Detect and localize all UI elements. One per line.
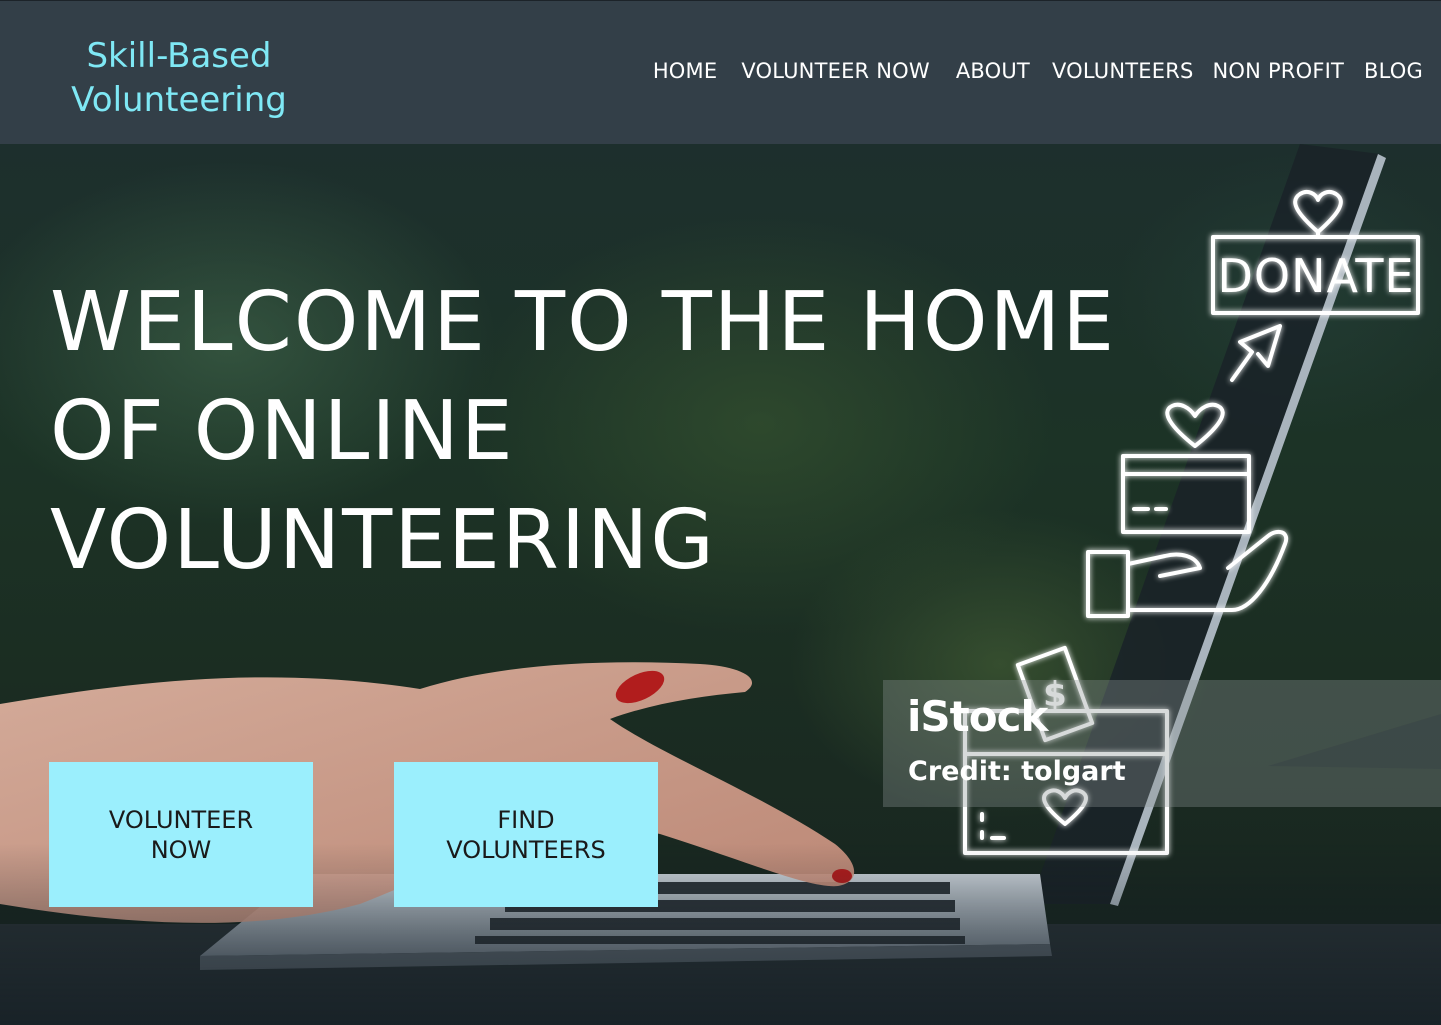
main-nav: HOME VOLUNTEER NOW ABOUT VOLUNTEERS NON … — [653, 59, 1423, 83]
hero-section: DONATE $ WELCOME TO THE HOME OF ONLINE V… — [0, 144, 1441, 1025]
hero-heading: WELCOME TO THE HOME OF ONLINE VOLUNTEERI… — [50, 268, 1170, 595]
donate-label: DONATE — [1217, 249, 1414, 303]
hero-heading-line-3: VOLUNTEERING — [50, 493, 716, 588]
find-volunteers-button[interactable]: FIND VOLUNTEERS — [394, 762, 658, 907]
logo-line-1: Skill-Based — [86, 36, 272, 76]
volunteer-now-button-line-1: VOLUNTEER — [108, 805, 254, 834]
nav-about[interactable]: ABOUT — [956, 59, 1030, 83]
watermark-brand: iStock — [907, 692, 1048, 741]
volunteer-now-button-line-2: NOW — [150, 835, 212, 864]
nav-volunteer-now[interactable]: VOLUNTEER NOW — [741, 59, 930, 83]
logo-line-2: Volunteering — [71, 80, 287, 120]
site-logo[interactable]: Skill-Based Volunteering — [70, 34, 288, 122]
nav-volunteers[interactable]: VOLUNTEERS — [1052, 59, 1194, 83]
nav-non-profit[interactable]: NON PROFIT — [1213, 59, 1345, 83]
hero-heading-line-2: OF ONLINE — [50, 384, 515, 479]
watermark-credit: Credit: tolgart — [908, 756, 1126, 787]
find-volunteers-button-line-1: FIND — [497, 805, 555, 834]
find-volunteers-button-line-2: VOLUNTEERS — [446, 835, 606, 864]
site-header: Skill-Based Volunteering HOME VOLUNTEER … — [0, 0, 1441, 144]
volunteer-now-button[interactable]: VOLUNTEER NOW — [49, 762, 313, 907]
page: Skill-Based Volunteering HOME VOLUNTEER … — [0, 0, 1441, 1025]
hero-heading-line-1: WELCOME TO THE HOME — [50, 275, 1117, 370]
nav-home[interactable]: HOME — [653, 59, 718, 83]
istock-watermark: iStock Credit: tolgart — [883, 680, 1441, 807]
nav-blog[interactable]: BLOG — [1364, 59, 1423, 83]
